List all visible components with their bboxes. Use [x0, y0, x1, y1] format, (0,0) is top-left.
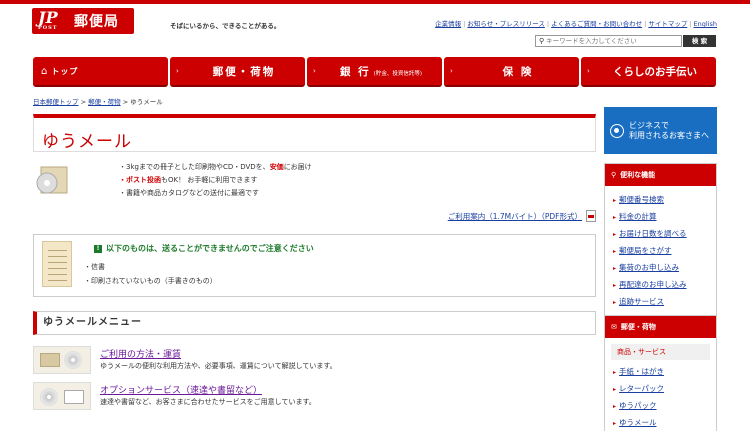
yu-mail-package-image — [36, 166, 68, 194]
products-subheading: 商品・サービス — [611, 344, 710, 360]
search-input[interactable] — [546, 37, 677, 45]
nav-insurance[interactable]: › 保 険 — [444, 57, 579, 87]
tools-panel: ⚲ 便利な機能 郵便番号検索 料金の計算 お届け日数を調べる 郵便局をさがす 集… — [604, 163, 717, 316]
page-title-box: ゆうメール — [33, 114, 596, 152]
search-box: ⚲ — [535, 35, 682, 47]
global-nav: ⌂ トップ › 郵便・荷物 › 銀 行 (貯金、投資信託等) › 保 険 › くら… — [33, 57, 716, 87]
pdf-icon — [586, 210, 596, 222]
header: JP POST 郵便局 そばにいるから、できることがある。 企業情報 | お知らせ・… — [0, 4, 750, 48]
breadcrumb: 日本郵便トップ > 郵便・荷物 > ゆうメール — [33, 98, 163, 106]
utility-links: 企業情報 | お知らせ・プレスリリース | よくあるご質問・お問い合わせ | サイトマップ |… — [435, 20, 717, 28]
prohibited-items-notice: ! 以下のものは、送ることができませんのでご注意ください ・信書 ・印刷されてい… — [33, 234, 596, 297]
yu-mail-menu-heading: ゆうメールメニュー — [33, 311, 596, 335]
page-title: ゆうメール — [42, 132, 132, 152]
feature-list: ・3kgまでの冊子とした印刷物やCD・DVDを、安価にお届け ・ポスト投函もOK… — [119, 161, 312, 200]
envelope-icon: ✉ — [611, 323, 617, 331]
feature-item: ・書籍や商品カタログなどの送付に最適です — [119, 189, 259, 197]
mail-services-list: 手紙・はがき レターパック ゆうパック ゆうメール — [605, 362, 716, 431]
breadcrumb-current: ゆうメール — [130, 98, 163, 106]
search-icon: ⚲ — [611, 171, 617, 179]
link-english[interactable]: English — [694, 20, 717, 28]
tools-heading: ⚲ 便利な機能 — [605, 164, 716, 186]
japan-post-logo[interactable]: JP POST 郵便局 — [32, 8, 134, 34]
usage-thumbnail[interactable] — [33, 346, 91, 374]
document-image — [42, 241, 72, 287]
options-thumbnail[interactable] — [33, 382, 91, 410]
prohibited-item: ・信書 — [84, 263, 105, 271]
menu-item-usage: ご利用の方法・運賃 ゆうメールの便利な利用方法や、必要事項、運賃について解説して… — [33, 346, 596, 376]
tool-tracking[interactable]: 追跡サービス — [613, 294, 716, 311]
nav-life[interactable]: › くらしのお手伝い — [581, 57, 716, 87]
link-news[interactable]: お知らせ・プレスリリース — [467, 20, 545, 28]
link-corporate[interactable]: 企業情報 — [435, 20, 461, 28]
service-yu-pack[interactable]: ゆうパック — [613, 398, 716, 415]
business-customers-button[interactable]: ビジネスで 利用されるお客さまへ — [604, 107, 717, 154]
home-icon: ⌂ — [41, 65, 48, 77]
chevron-right-icon: › — [176, 66, 179, 75]
breadcrumb-mail[interactable]: 郵便・荷物 — [88, 98, 121, 106]
chevron-right-icon: › — [450, 66, 453, 75]
nav-bank[interactable]: › 銀 行 (貯金、投資信託等) — [307, 57, 442, 87]
jp-post-mark: JP POST — [38, 8, 58, 32]
tool-pickup-request[interactable]: 集荷のお申し込み — [613, 260, 716, 277]
chevron-right-icon: › — [313, 66, 316, 75]
warning-icon: ! — [94, 244, 102, 253]
feature-item: ・3kgまでの冊子とした印刷物やCD・DVDを、安価にお届け — [119, 163, 312, 171]
nav-mail[interactable]: › 郵便・荷物 — [170, 57, 305, 87]
tool-redelivery-request[interactable]: 再配達のお申し込み — [613, 277, 716, 294]
breadcrumb-home[interactable]: 日本郵便トップ — [33, 98, 79, 106]
tool-find-post-office[interactable]: 郵便局をさがす — [613, 243, 716, 260]
usage-link[interactable]: ご利用の方法・運賃 — [100, 347, 181, 360]
menu-item-options: オプションサービス（速達や書留など） 速達や書留など、お客さまに合わせたサービス… — [33, 382, 596, 412]
link-faq[interactable]: よくあるご質問・お問い合わせ — [551, 20, 642, 28]
search-button[interactable]: 検 索 — [683, 35, 716, 47]
prohibited-item: ・印刷されていないもの（手書きのもの） — [84, 277, 217, 285]
chevron-right-icon: › — [587, 66, 590, 75]
notice-title: ! 以下のものは、送ることができませんのでご注意ください — [94, 243, 314, 254]
search-icon: ⚲ — [539, 37, 545, 45]
tools-list: 郵便番号検索 料金の計算 お届け日数を調べる 郵便局をさがす 集荷のお申し込み … — [605, 186, 716, 315]
mail-panel: ✉ 郵便・荷物 商品・サービス 手紙・はがき レターパック ゆうパック ゆうメー… — [604, 315, 717, 431]
service-yu-mail[interactable]: ゆうメール — [613, 415, 716, 431]
business-icon — [610, 123, 624, 138]
options-link[interactable]: オプションサービス（速達や書留など） — [100, 383, 262, 396]
prohibited-list: ・信書 ・印刷されていないもの（手書きのもの） — [84, 260, 217, 288]
service-letter-pack[interactable]: レターパック — [613, 381, 716, 398]
pdf-guide-link[interactable]: ご利用案内（1.7Mバイト）（PDF形式） — [448, 210, 596, 222]
link-sitemap[interactable]: サイトマップ — [648, 20, 687, 28]
service-letters-postcards[interactable]: 手紙・はがき — [613, 364, 716, 381]
feature-item: ・ポスト投函もOK！ お手軽に利用できます — [119, 176, 258, 184]
tool-fee-calculator[interactable]: 料金の計算 — [613, 209, 716, 226]
logo-text: 郵便局 — [74, 14, 119, 30]
nav-top[interactable]: ⌂ トップ — [33, 57, 168, 87]
tagline: そばにいるから、できることがある。 — [170, 22, 281, 30]
mail-heading: ✉ 郵便・荷物 — [605, 316, 716, 338]
tool-postal-code-search[interactable]: 郵便番号検索 — [613, 192, 716, 209]
tool-delivery-days[interactable]: お届け日数を調べる — [613, 226, 716, 243]
